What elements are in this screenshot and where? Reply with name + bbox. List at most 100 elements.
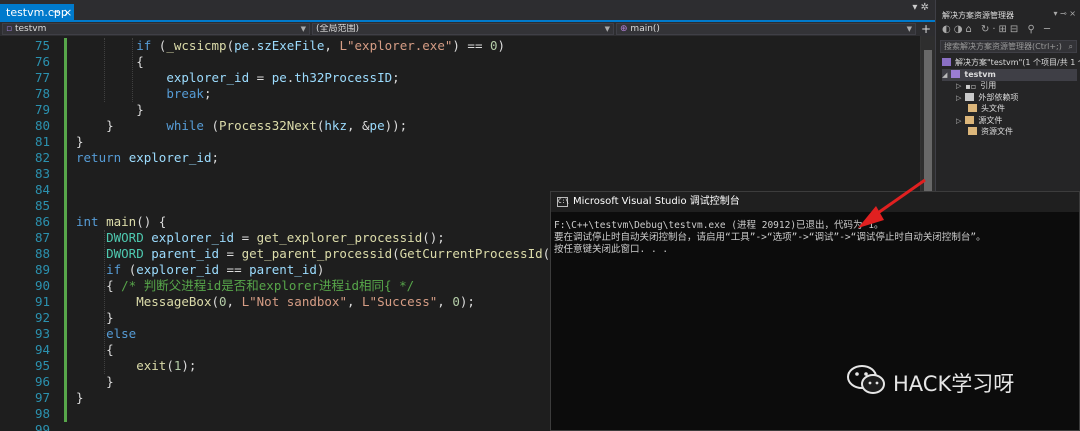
tree-item-label: 资源文件 (981, 127, 1013, 136)
line-number: 77 (34, 70, 50, 85)
code-text[interactable]: DWORD explorer_id = get_explorer_process… (76, 230, 445, 246)
code-text[interactable]: MessageBox(0, L"Not sandbox", L"Success"… (76, 294, 475, 310)
search-placeholder: 搜索解决方案资源管理器(Ctrl+;) (944, 42, 1062, 51)
function-icon: ⊕ (620, 24, 628, 34)
chevron-down-icon: ▼ (906, 25, 912, 33)
code-text[interactable]: return explorer_id; (76, 150, 219, 166)
search-icon[interactable]: ⌕ (1069, 41, 1073, 52)
indent-guide (104, 38, 105, 102)
line-number: 85 (34, 198, 50, 213)
function-dropdown-value: main() (630, 24, 660, 34)
code-text[interactable]: int main() { (76, 214, 166, 230)
code-text[interactable]: } (76, 390, 84, 406)
panel-options-icon[interactable]: ▾ ⊸ × (1053, 9, 1076, 18)
code-text[interactable]: exit(1); (76, 358, 196, 374)
chevron-down-icon: ▼ (300, 25, 306, 33)
tab-list-dropdown-icon[interactable]: ▾ ✲ (912, 2, 929, 13)
console-line: F:\C++\testvm\Debug\testvm.exe (进程 20912… (554, 220, 884, 231)
line-number: 80 (34, 118, 50, 133)
console-output: F:\C++\testvm\Debug\testvm.exe (进程 20912… (554, 220, 986, 256)
folder-icon (968, 127, 977, 135)
references-icon: ▪▫ (965, 82, 977, 91)
project-dropdown[interactable]: ▫ testvm ▼ (2, 23, 310, 35)
solution-search-input[interactable]: 搜索解决方案资源管理器(Ctrl+;) ⌕ (940, 40, 1077, 53)
solution-explorer-title: 解决方案资源管理器 (942, 11, 1014, 20)
line-number: 78 (34, 86, 50, 101)
line-number: 83 (34, 166, 50, 181)
tree-item-label: 引用 (980, 81, 997, 90)
scrollbar-thumb[interactable] (924, 50, 932, 200)
tree-item-label: 外部依赖项 (978, 93, 1019, 102)
code-text[interactable]: if (explorer_id == parent_id) (76, 262, 324, 278)
console-icon: C:\ (557, 197, 569, 207)
code-text[interactable]: } (76, 134, 84, 150)
line-number: 97 (34, 390, 50, 405)
collapsed-arrow-icon[interactable]: ▷ (956, 94, 961, 102)
indent-guide (104, 230, 105, 374)
tab-testvm-cpp[interactable]: testvm.cpp ⊸ × (0, 4, 74, 22)
tree-solution[interactable]: 解决方案"testvm"(1 个项目/共 1 个) (942, 57, 1080, 69)
code-text[interactable]: } (76, 102, 144, 118)
console-title: Microsoft Visual Studio 调试控制台 (573, 196, 740, 207)
line-number: 91 (34, 294, 50, 309)
line-number: 92 (34, 310, 50, 325)
solution-icon (942, 58, 951, 66)
code-text[interactable]: { (76, 54, 144, 70)
code-text[interactable]: explorer_id = pe.th32ProcessID; (76, 70, 399, 86)
code-text[interactable]: break; (76, 86, 211, 102)
collapsed-arrow-icon[interactable]: ▷ (956, 117, 961, 125)
line-number: 89 (34, 262, 50, 277)
code-text[interactable]: } (76, 310, 114, 326)
line-number: 98 (34, 406, 50, 421)
console-titlebar[interactable]: C:\ Microsoft Visual Studio 调试控制台 (551, 192, 1079, 212)
line-number: 79 (34, 102, 50, 117)
scope-dropdown-value: (全局范围) (316, 24, 360, 34)
line-number: 94 (34, 342, 50, 357)
editor-tab-strip: testvm.cpp ⊸ × ▾ ✲ (0, 0, 935, 22)
project-icon (951, 70, 961, 78)
line-number: 81 (34, 134, 50, 149)
line-number: 96 (34, 374, 50, 389)
line-number: 99 (34, 422, 50, 431)
tree-item-resource-files[interactable]: 资源文件 (968, 126, 1013, 138)
indent-guide (132, 38, 133, 102)
chevron-down-icon: ▼ (604, 25, 610, 33)
tree-item-header-files[interactable]: 头文件 (968, 103, 1005, 115)
code-text[interactable]: { /* 判断父进程id是否和explorer进程id相同{ */ (76, 278, 414, 294)
scope-dropdown[interactable]: (全局范围) ▼ (312, 23, 614, 35)
line-number: 87 (34, 230, 50, 245)
pin-icon[interactable]: ⊸ (52, 4, 60, 22)
close-icon[interactable]: × (63, 4, 72, 22)
change-tracking-bar (64, 38, 67, 422)
collapsed-arrow-icon[interactable]: ▷ (956, 82, 961, 90)
tree-item-references[interactable]: ▷ ▪▫ 引用 (956, 80, 996, 92)
line-number: 76 (34, 54, 50, 69)
solution-explorer-toolbar[interactable]: ◐◑⌂ ↻·⊞⊟ ⚲ ─ (942, 24, 1053, 35)
console-line: 要在调试停止时自动关闭控制台，请启用“工具”->“选项”->“调试”->“调试停… (554, 232, 986, 243)
code-text[interactable]: DWORD parent_id = get_parent_processid(G… (76, 246, 573, 262)
code-text[interactable]: if (_wcsicmp(pe.szExeFile, L"explorer.ex… (76, 38, 505, 54)
console-line: 按任意键关闭此窗口. . . (554, 244, 669, 255)
tree-item-label: 头文件 (981, 104, 1005, 113)
code-text[interactable]: } while (Process32Next(hkz, &pe)); (76, 118, 407, 134)
code-text[interactable]: } (76, 374, 114, 390)
watermark-text: HACK学习呀 (893, 372, 1015, 396)
code-text[interactable]: { (76, 342, 114, 358)
line-number: 84 (34, 182, 50, 197)
solution-label: 解决方案"testvm"(1 个项目/共 1 个) (955, 58, 1080, 67)
line-number: 88 (34, 246, 50, 261)
wechat-icon (847, 365, 885, 394)
split-editor-icon[interactable]: + (921, 22, 931, 36)
line-number: 95 (34, 358, 50, 373)
function-dropdown[interactable]: ⊕ main() ▼ (616, 23, 916, 35)
line-number: 75 (34, 38, 50, 53)
folder-icon (968, 104, 977, 112)
code-text[interactable]: else (76, 326, 136, 342)
project-icon: ▫ (6, 24, 13, 34)
line-number: 90 (34, 278, 50, 293)
external-deps-icon (965, 93, 975, 101)
line-number: 93 (34, 326, 50, 341)
line-number: 86 (34, 214, 50, 229)
expanded-arrow-icon[interactable]: ◢ (942, 71, 947, 79)
navigation-bar: ▫ testvm ▼ (全局范围) ▼ ⊕ main() ▼ + (0, 22, 935, 36)
